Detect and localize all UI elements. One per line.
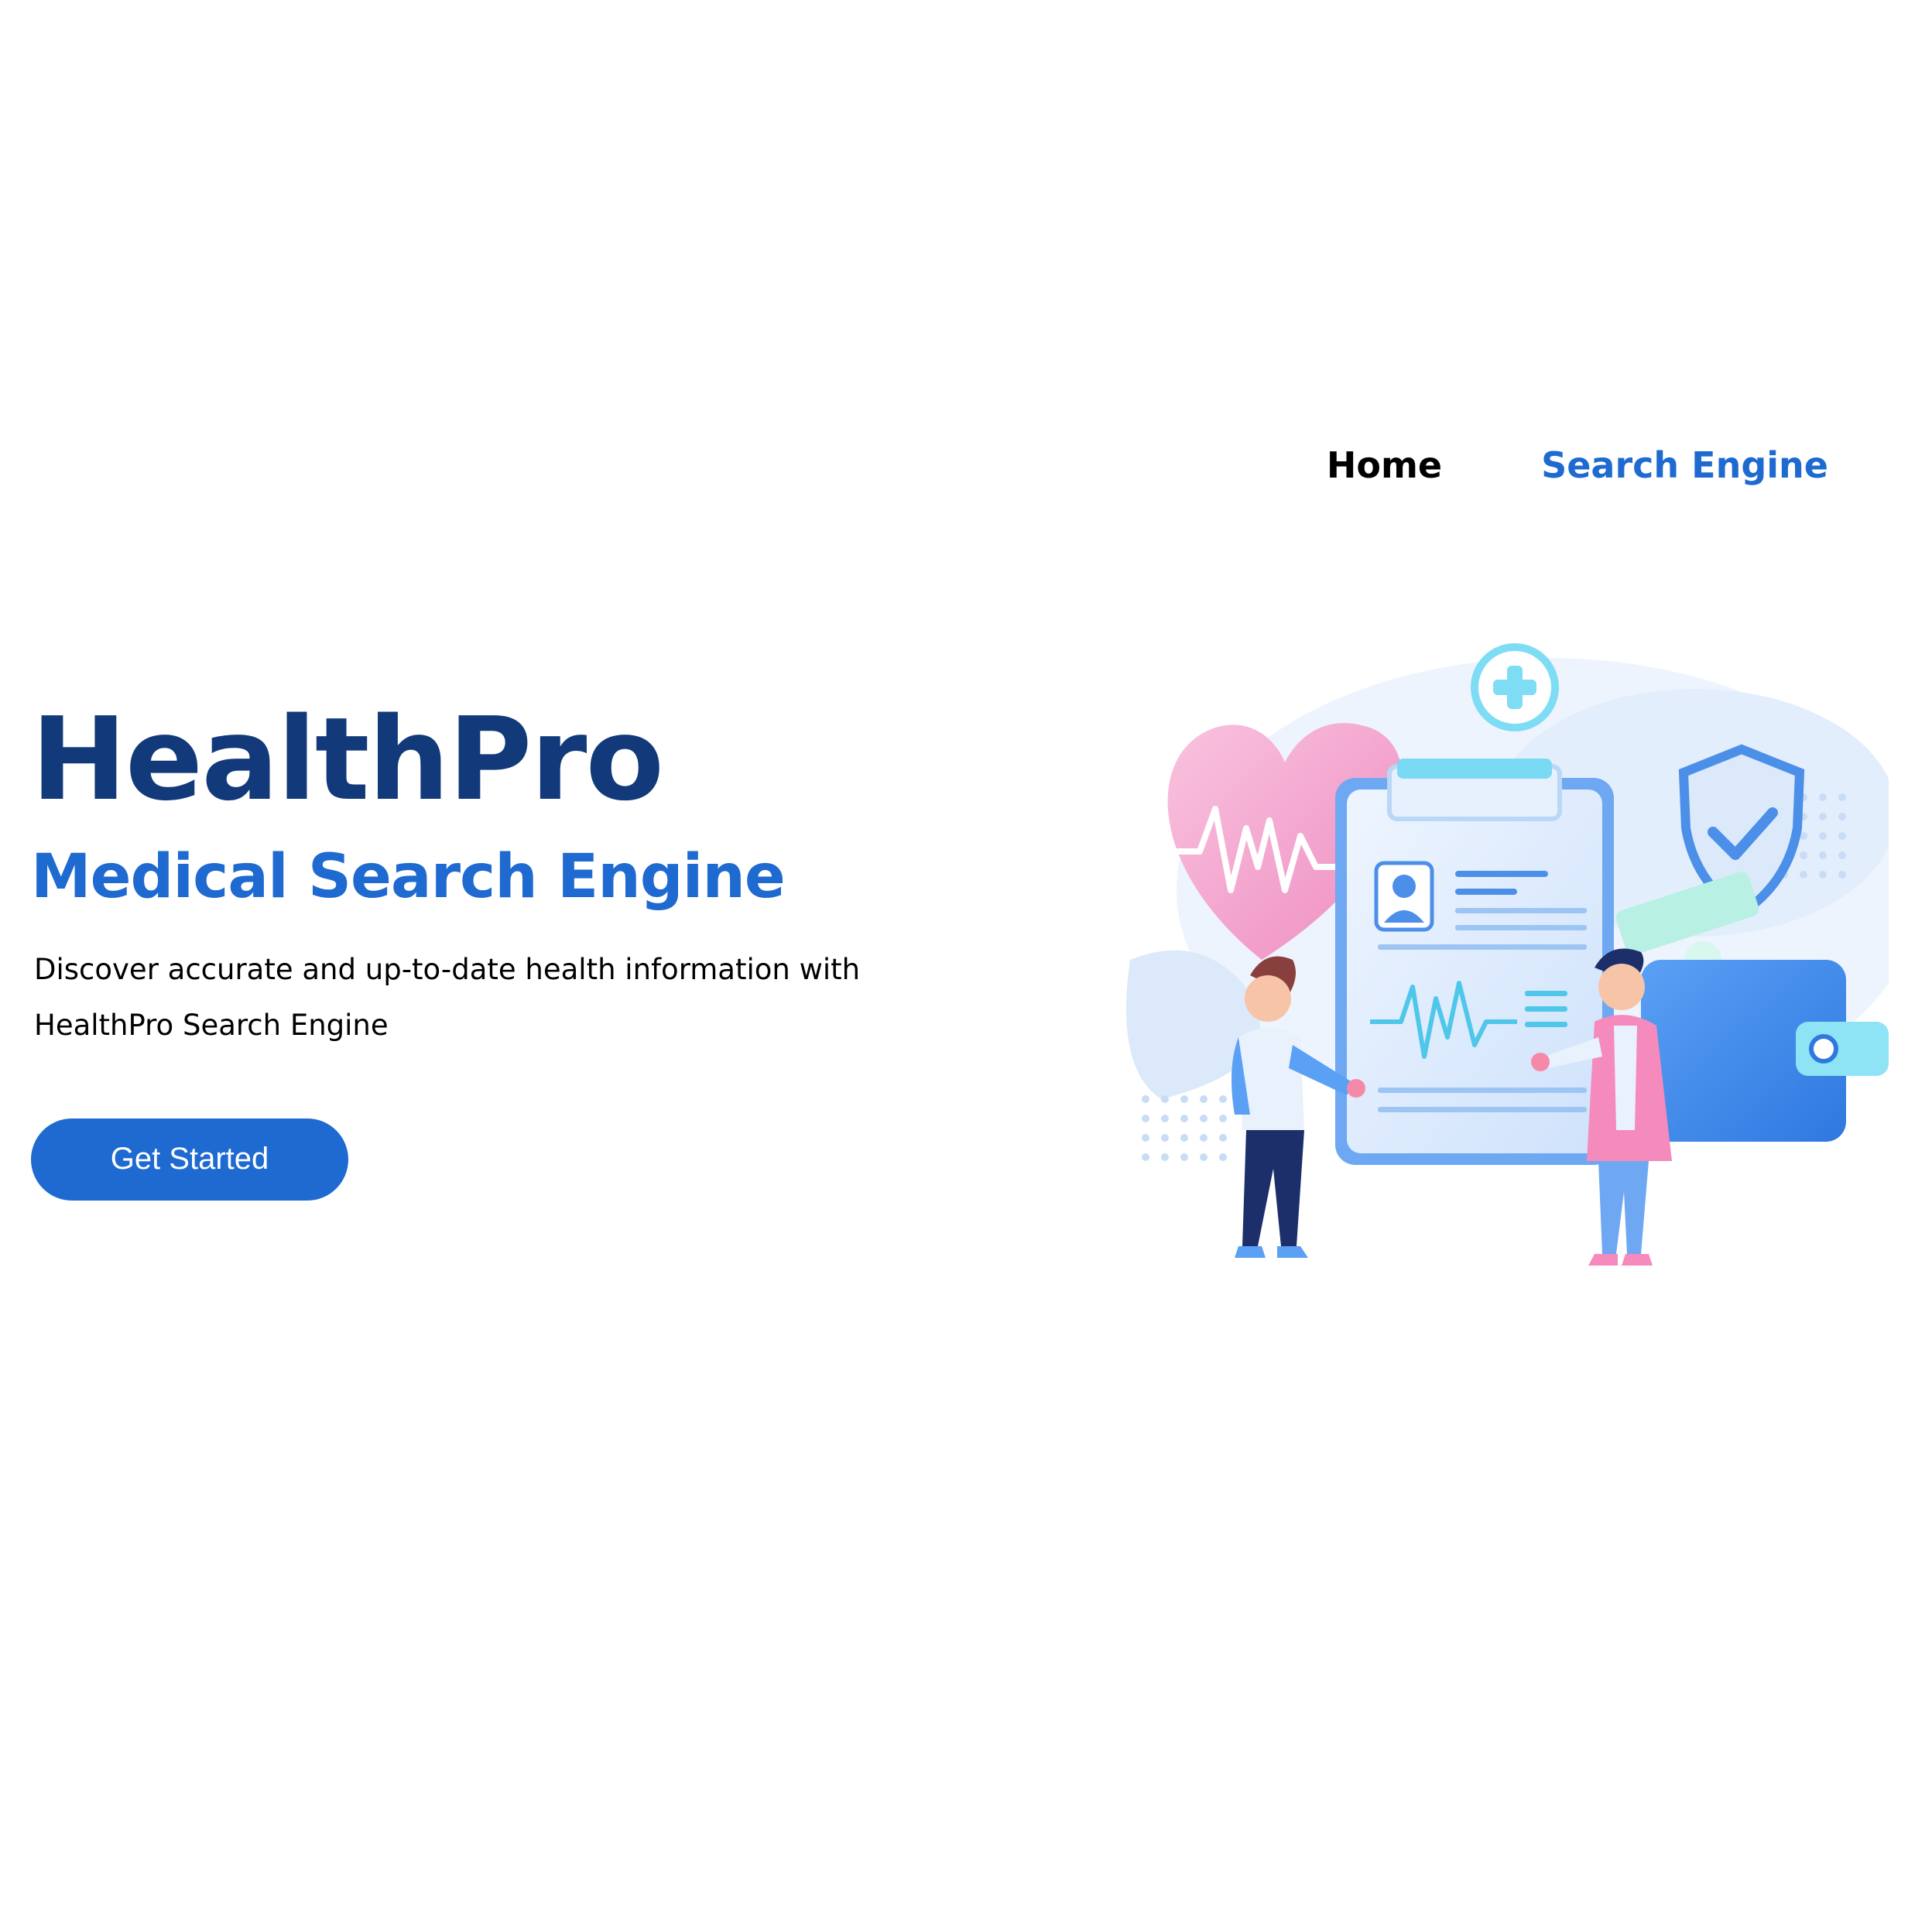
hero-description: Discover accurate and up-to-date health … [34,952,861,1042]
plus-circle-icon [1471,643,1559,731]
clipboard-icon [1335,759,1614,1165]
get-started-button[interactable]: Get Started [31,1118,348,1201]
nav-link-home[interactable]: Home [1327,447,1442,483]
hero-subtitle: Medical Search Engine [31,841,786,912]
hero-section: HealthPro Medical Search Engine Discover… [31,697,921,1201]
person-icon [1374,861,1434,932]
dot-pattern-left [1142,1095,1227,1161]
top-nav: Home Search Engine [1327,447,1828,483]
medical-illustration [1126,643,1889,1266]
nav-link-search-engine[interactable]: Search Engine [1541,447,1828,483]
hero-title: HealthPro [31,693,664,826]
